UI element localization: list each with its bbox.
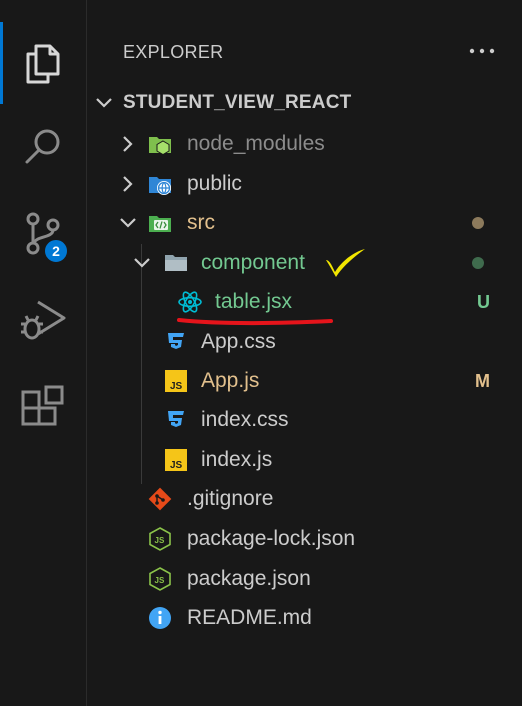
- node-folder-icon: [147, 131, 173, 157]
- chevron-down-icon: [117, 212, 139, 234]
- explorer-title: EXPLORER: [123, 42, 224, 62]
- css-icon: [163, 329, 189, 355]
- chevron-right-icon: [117, 133, 139, 155]
- info-icon: [147, 605, 173, 631]
- tree-item-package-lock-json[interactable]: JS package-lock.json: [87, 520, 522, 558]
- tree-item-gitignore[interactable]: .gitignore: [87, 480, 522, 518]
- tree-item-component[interactable]: component: [87, 244, 522, 282]
- chevron-down-icon: [131, 252, 153, 274]
- src-folder-icon: [147, 210, 173, 236]
- workspace-root-label: STUDENT_VIEW_REACT: [123, 92, 352, 113]
- source-control-badge: 2: [43, 238, 69, 264]
- chevron-down-icon: [93, 92, 115, 114]
- untracked-status: U: [477, 291, 490, 312]
- tree-item-label: package-lock.json: [187, 527, 356, 550]
- tree-item-label: index.css: [201, 408, 289, 431]
- tree-item-label: README.md: [187, 606, 312, 629]
- tree-item-public[interactable]: public: [87, 165, 522, 203]
- checkmark-annotation-icon: [323, 246, 369, 280]
- svg-text:JS: JS: [170, 381, 183, 392]
- tree-item-index-css[interactable]: index.css: [87, 401, 522, 439]
- modified-dot: [472, 217, 484, 229]
- folder-icon: [163, 250, 189, 276]
- tree-item-readme-md[interactable]: README.md: [87, 599, 522, 637]
- tree-item-package-json[interactable]: JS package.json: [87, 560, 522, 598]
- js-icon: JS: [163, 368, 189, 394]
- active-indicator: [0, 22, 3, 104]
- react-icon: [177, 289, 203, 315]
- explorer-sidebar: EXPLORER STUDENT_VIEW_REACT node_modules…: [87, 0, 522, 706]
- tree-item-label: package.json: [187, 567, 311, 590]
- svg-text:JS: JS: [155, 536, 165, 545]
- svg-text:JS: JS: [155, 576, 165, 585]
- tree-item-src[interactable]: src: [87, 204, 522, 242]
- untracked-dot: [472, 257, 484, 269]
- run-debug-icon[interactable]: [18, 296, 68, 346]
- activity-bar: 2: [0, 0, 87, 706]
- tree-item-label: .gitignore: [187, 487, 274, 510]
- tree-item-app-css[interactable]: App.css: [87, 323, 522, 361]
- tree-item-app-js[interactable]: JS App.js M: [87, 362, 522, 400]
- search-icon[interactable]: [18, 122, 68, 172]
- tree-item-label: node_modules: [187, 132, 325, 155]
- tree-item-label: App.js: [201, 369, 260, 392]
- files-icon[interactable]: [18, 38, 68, 88]
- tree-item-label: component: [201, 251, 305, 274]
- tree-item-label: public: [187, 172, 242, 195]
- workspace-root[interactable]: STUDENT_VIEW_REACT: [87, 84, 522, 122]
- tree-item-label: App.css: [201, 330, 276, 353]
- public-folder-icon: [147, 171, 173, 197]
- tree-item-label: table.jsx: [215, 290, 293, 313]
- more-actions-icon[interactable]: [467, 38, 497, 64]
- svg-text:JS: JS: [170, 460, 183, 471]
- extensions-icon[interactable]: [18, 384, 68, 434]
- tree-item-label: src: [187, 211, 215, 234]
- css-icon: [163, 407, 189, 433]
- node-json-icon: JS: [147, 526, 173, 552]
- tree-item-label: index.js: [201, 448, 273, 471]
- js-icon: JS: [163, 447, 189, 473]
- git-icon: [147, 486, 173, 512]
- modified-status: M: [475, 370, 490, 391]
- tree-item-index-js[interactable]: JS index.js: [87, 441, 522, 479]
- tree-item-node-modules[interactable]: node_modules: [87, 125, 522, 163]
- node-json-icon: JS: [147, 566, 173, 592]
- chevron-right-icon: [117, 173, 139, 195]
